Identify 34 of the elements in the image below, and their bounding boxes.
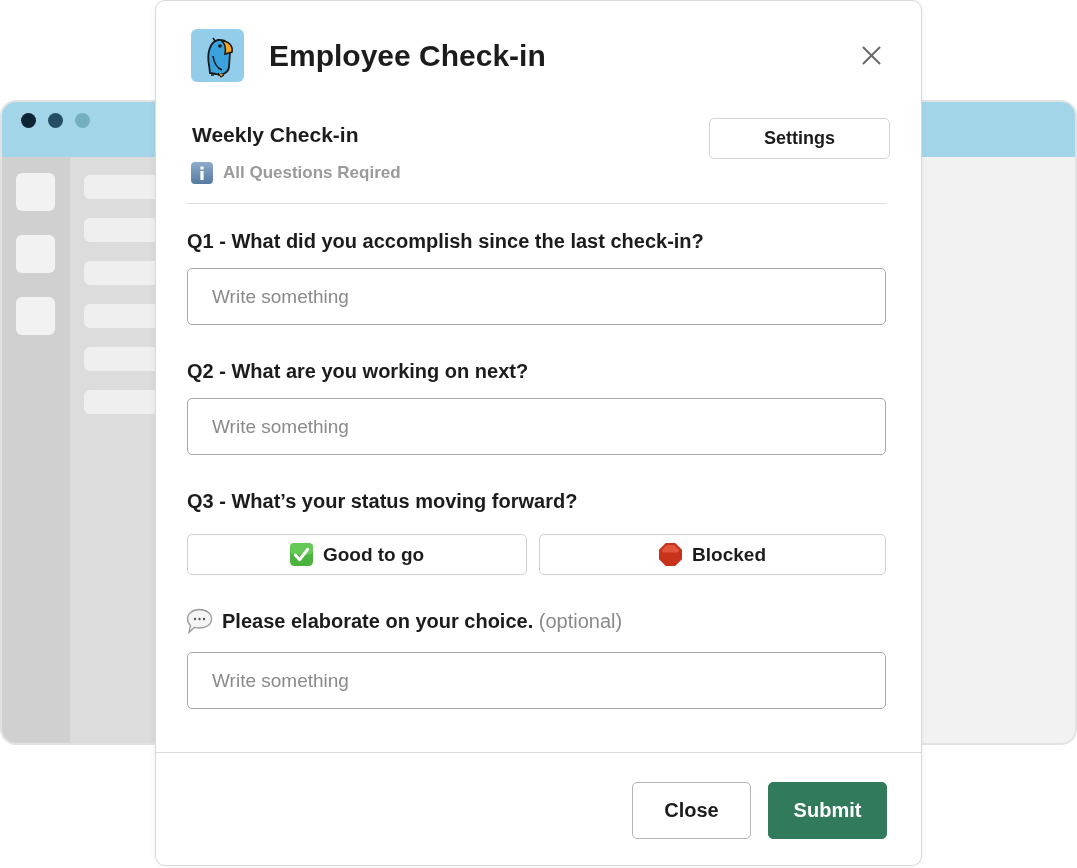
answer-field[interactable]: Write something (187, 398, 886, 455)
list-item-placeholder (84, 175, 155, 199)
settings-button[interactable]: Settings (709, 118, 890, 159)
required-note: All Questions Reqired (223, 163, 401, 183)
window-dot-icon (75, 113, 90, 128)
list-item-placeholder (84, 304, 155, 328)
question-label: Q3 - What’s your status moving forward? (187, 489, 579, 514)
list-item-placeholder (84, 261, 155, 285)
close-dialog-button[interactable]: Close (632, 782, 751, 839)
check-mark-icon (289, 543, 313, 566)
list-item-placeholder (84, 347, 155, 371)
status-option-button[interactable]: Good to go (187, 534, 528, 575)
dialog-title: Employee Check-in (269, 38, 546, 73)
question-label: Q2 - What are you working on next? (187, 359, 530, 384)
section-title: Weekly Check-in (192, 122, 360, 148)
bird-logo-icon (191, 29, 244, 82)
sidebar-tile (16, 297, 55, 335)
window-dot-icon (21, 113, 36, 128)
info-icon (191, 162, 213, 184)
question-label: Q1 - What did you accomplish since the last check-in? (187, 229, 705, 254)
sidebar-tile (16, 235, 55, 273)
stop-sign-icon (659, 543, 683, 566)
status-option-button[interactable]: Blocked (539, 534, 886, 575)
submit-button[interactable]: Submit (768, 782, 887, 839)
list-item-placeholder (84, 218, 155, 242)
answer-field[interactable]: Write something (187, 652, 886, 709)
close-icon (862, 46, 881, 65)
speech-bubble-icon (186, 608, 213, 634)
sidebar-tile (16, 173, 55, 211)
list-item-placeholder (84, 390, 155, 414)
answer-field[interactable]: Write something (187, 268, 886, 325)
question-label: Please elaborate on your choice. (optional) (222, 609, 623, 634)
close-button[interactable] (860, 44, 883, 67)
window-dot-icon (48, 113, 63, 128)
